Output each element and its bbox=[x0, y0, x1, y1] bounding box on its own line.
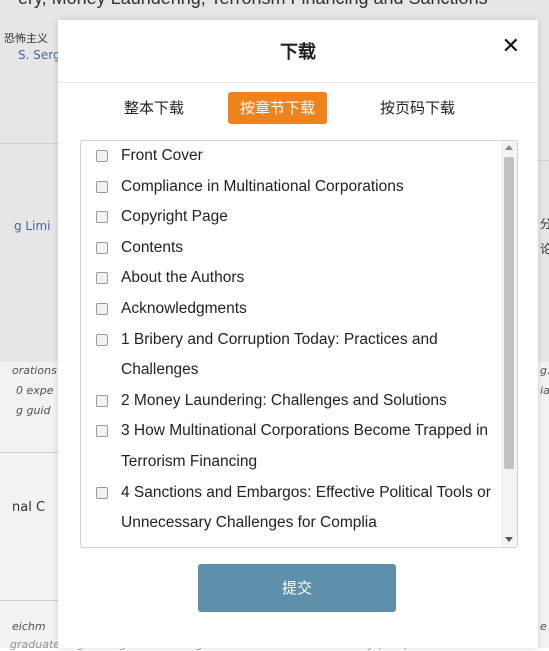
chapter-checkbox[interactable] bbox=[96, 302, 108, 315]
chapter-item: About the Authors bbox=[81, 263, 501, 294]
chapter-item: Contents bbox=[81, 233, 501, 264]
chapter-item: Front Cover bbox=[81, 141, 501, 172]
scrollbar-thumb[interactable] bbox=[504, 157, 514, 469]
tab-by-page[interactable]: 按页码下载 bbox=[368, 92, 467, 124]
chapter-item: 3 How Multinational Corporations Become … bbox=[81, 416, 501, 477]
scroll-down-arrow-icon[interactable] bbox=[505, 537, 513, 542]
chapter-item: Copyright Page bbox=[81, 202, 501, 233]
chapter-label: Contents bbox=[121, 238, 184, 256]
chapter-checkbox[interactable] bbox=[96, 211, 108, 224]
modal-title: 下载 bbox=[280, 42, 316, 63]
chapter-checkbox[interactable] bbox=[96, 486, 108, 499]
tab-whole-book[interactable]: 整本下载 bbox=[112, 92, 196, 124]
close-icon[interactable]: ✕ bbox=[502, 35, 520, 59]
download-mode-tabs: 整本下载 按章节下载 按页码下载 bbox=[58, 92, 538, 128]
chapter-item: 4 Sanctions and Embargos: Effective Poli… bbox=[81, 478, 501, 539]
modal-header: 下载 ✕ bbox=[58, 20, 538, 83]
chapter-item: 1 Bribery and Corruption Today: Practice… bbox=[81, 325, 501, 386]
chapter-item: 2 Money Laundering: Challenges and Solut… bbox=[81, 386, 501, 417]
tab-by-chapter[interactable]: 按章节下载 bbox=[228, 92, 328, 124]
chapter-label: 2 Money Laundering: Challenges and Solut… bbox=[121, 391, 447, 409]
chapter-label: Compliance in Multinational Corporations bbox=[121, 177, 404, 195]
chapter-list: Front Cover Compliance in Multinational … bbox=[81, 141, 501, 539]
chapter-checkbox[interactable] bbox=[96, 333, 108, 346]
download-modal: 下载 ✕ 整本下载 按章节下载 按页码下载 Front Cover Compli… bbox=[58, 20, 538, 648]
chapter-list-scrollbar[interactable] bbox=[501, 141, 517, 547]
chapter-label: Front Cover bbox=[121, 147, 203, 164]
chapter-label: 4 Sanctions and Embargos: Effective Poli… bbox=[121, 483, 491, 532]
chapter-checkbox[interactable] bbox=[96, 394, 108, 407]
chapter-checkbox[interactable] bbox=[96, 425, 108, 438]
scroll-up-arrow-icon[interactable] bbox=[505, 145, 513, 150]
chapter-checkbox[interactable] bbox=[96, 241, 108, 254]
chapter-checkbox[interactable] bbox=[96, 180, 108, 193]
chapter-checkbox[interactable] bbox=[96, 272, 108, 285]
chapter-label: About the Authors bbox=[121, 269, 245, 287]
chapter-label: 1 Bribery and Corruption Today: Practice… bbox=[121, 330, 438, 379]
chapter-label: Copyright Page bbox=[121, 208, 228, 226]
chapter-list-box: Front Cover Compliance in Multinational … bbox=[80, 140, 518, 548]
submit-button[interactable]: 提交 bbox=[198, 564, 396, 612]
chapter-label: 3 How Multinational Corporations Become … bbox=[121, 422, 489, 470]
chapter-label: Acknowledgments bbox=[121, 299, 247, 317]
chapter-checkbox[interactable] bbox=[96, 150, 108, 162]
chapter-item: Compliance in Multinational Corporations bbox=[81, 172, 501, 203]
chapter-item: Acknowledgments bbox=[81, 294, 501, 325]
